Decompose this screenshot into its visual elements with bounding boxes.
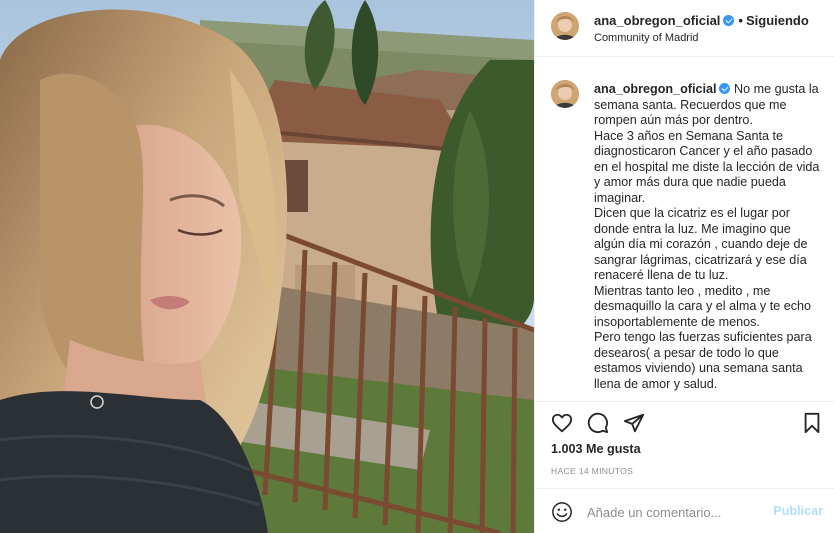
post-side-panel: ana_obregon_oficial • Siguiendo Community … xyxy=(534,0,834,533)
following-button[interactable]: Siguiendo xyxy=(746,13,809,28)
author-avatar[interactable] xyxy=(551,12,579,40)
bookmark-icon[interactable] xyxy=(801,412,823,434)
caption-paragraph-3: Dicen que la cicatriz es el lugar por do… xyxy=(594,206,808,282)
separator-dot: • xyxy=(738,13,743,28)
location-link[interactable]: Community of Madrid xyxy=(594,32,699,44)
paper-plane-icon[interactable] xyxy=(623,412,645,434)
header-username[interactable]: ana_obregon_oficial xyxy=(594,13,720,28)
header-user-line: ana_obregon_oficial • Siguiendo xyxy=(594,13,809,28)
likes-count[interactable]: 1.003 Me gusta xyxy=(551,442,641,456)
caption-paragraph-1: ana_obregon_oficial No me gusta la seman… xyxy=(594,82,820,129)
comments-scroll-area[interactable]: ana_obregon_oficial No me gusta la seman… xyxy=(535,58,834,400)
verified-badge-icon xyxy=(719,83,731,94)
action-bar xyxy=(535,401,834,441)
heart-icon[interactable] xyxy=(551,412,573,434)
caption-paragraph-4: Mientras tanto leo , medito , me desmaqu… xyxy=(594,283,812,329)
emoji-smile-icon[interactable] xyxy=(551,501,573,523)
post-caption: ana_obregon_oficial No me gusta la seman… xyxy=(594,82,820,392)
publish-button[interactable]: Publicar xyxy=(773,504,823,518)
post-photo[interactable] xyxy=(0,0,534,533)
post-photo-illustration xyxy=(0,0,534,533)
caption-paragraph-2: Hace 3 años en Semana Santa te diagnosti… xyxy=(594,128,820,205)
comment-bubble-icon[interactable] xyxy=(587,412,609,434)
avatar-image xyxy=(551,12,579,40)
verified-badge-icon xyxy=(723,15,735,26)
caption-username[interactable]: ana_obregon_oficial xyxy=(594,82,716,96)
comment-form: Publicar xyxy=(535,488,834,533)
caption-paragraph-5: Pero tengo las fuerzas suficientes para … xyxy=(594,330,812,391)
avatar-image xyxy=(551,80,579,108)
caption-author-avatar[interactable] xyxy=(551,80,579,108)
post-timestamp[interactable]: HACE 14 MINUTOS xyxy=(551,466,633,476)
comment-input[interactable] xyxy=(587,501,767,523)
post-header: ana_obregon_oficial • Siguiendo Community … xyxy=(535,0,834,57)
